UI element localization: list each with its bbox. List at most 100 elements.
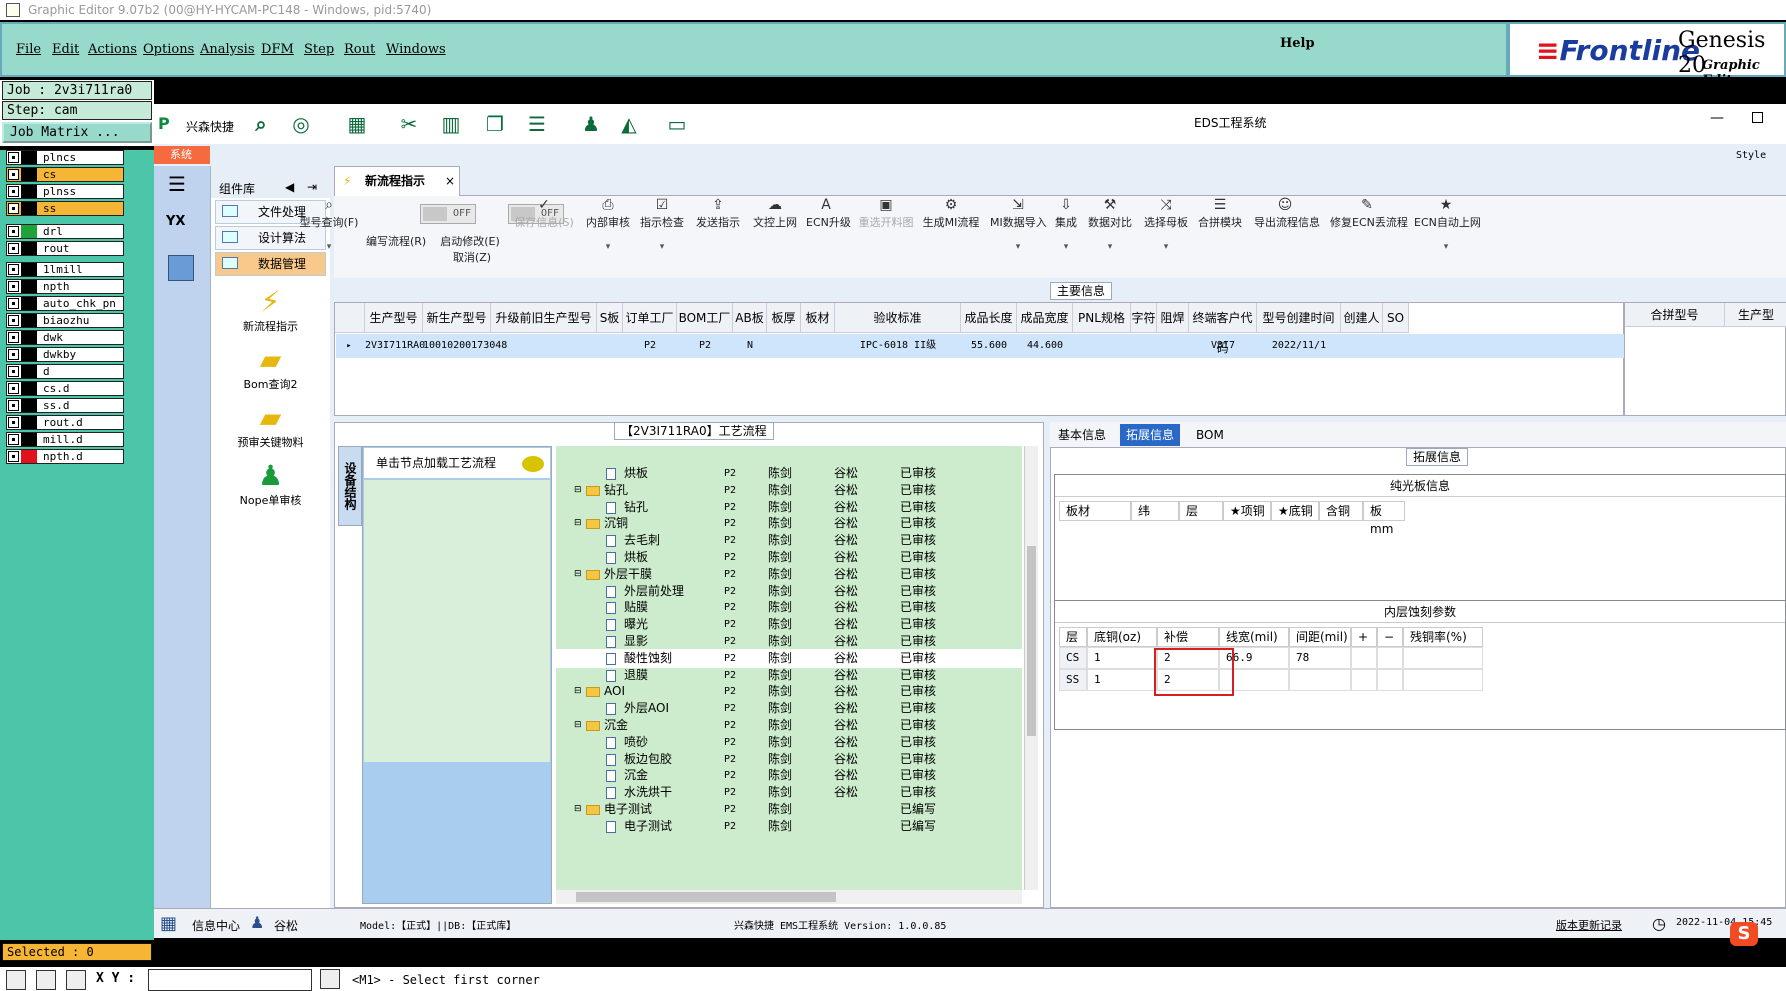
- layer-row[interactable]: rout: [6, 241, 124, 256]
- layer-checkbox[interactable]: [8, 226, 19, 237]
- inner-etch-header[interactable]: 层: [1059, 627, 1087, 647]
- inner-etch-header[interactable]: 线宽(mil): [1219, 627, 1289, 647]
- grid-icon[interactable]: [66, 970, 86, 990]
- column-header[interactable]: 升级前旧生产型号: [491, 303, 597, 333]
- ribbon-button[interactable]: A ECN升级: [806, 196, 851, 230]
- tree-horizontal-scrollbar[interactable]: [556, 890, 1022, 904]
- ribbon-button[interactable]: 取消(Z): [452, 249, 492, 265]
- ribbon-button[interactable]: ✎ 修复ECN丢流程: [1330, 196, 1408, 230]
- layer-checkbox[interactable]: [8, 315, 19, 326]
- layer-checkbox[interactable]: [8, 366, 19, 377]
- ribbon-button[interactable]: ⇩ 集成 ▾: [1054, 196, 1078, 252]
- ribbon-button[interactable]: ⎙ 内部审核 ▾: [586, 196, 630, 252]
- tab-new-flow[interactable]: ⚡ 新流程指示 ×: [334, 166, 460, 196]
- column-header[interactable]: 验收标准: [835, 303, 961, 333]
- layer-row[interactable]: mill.d: [6, 432, 124, 447]
- new-flow-shortcut[interactable]: ⚡ 新流程指示: [211, 286, 330, 334]
- tab-bom[interactable]: BOM: [1190, 424, 1230, 446]
- system-button[interactable]: 系统: [154, 146, 210, 164]
- process-side-tab[interactable]: 设备结构: [338, 446, 362, 526]
- info-center-link[interactable]: 信息中心: [192, 917, 240, 934]
- layer-checkbox[interactable]: [8, 243, 19, 254]
- inner-etch-cell[interactable]: 1: [1087, 669, 1157, 691]
- copy-icon[interactable]: ❐: [482, 112, 508, 136]
- plain-board-header[interactable]: 板材: [1059, 501, 1131, 521]
- layer-row[interactable]: auto_chk_pn: [6, 296, 124, 311]
- inner-etch-cell[interactable]: [1403, 669, 1483, 691]
- layer-row[interactable]: drl: [6, 224, 124, 239]
- changelog-link[interactable]: 版本更新记录: [1556, 917, 1622, 933]
- hamburger-icon[interactable]: ☰: [168, 172, 210, 196]
- ribbon-button[interactable]: ★ ECN自动上网 ▾: [1414, 196, 1481, 252]
- ribbon-button[interactable]: ⌕ 型号查询(F) ▾: [298, 196, 360, 252]
- layer-checkbox[interactable]: [8, 203, 19, 214]
- column-header[interactable]: 板厚: [767, 303, 801, 333]
- inner-etch-cell[interactable]: CS: [1059, 647, 1087, 669]
- column-header[interactable]: 创建人: [1341, 303, 1383, 333]
- layer-checkbox[interactable]: [8, 169, 19, 180]
- column-header[interactable]: 终端客户代码: [1189, 303, 1257, 355]
- ribbon-button[interactable]: ⚙ 生成MI流程: [922, 196, 980, 230]
- layer-checkbox[interactable]: [8, 451, 19, 462]
- material-review-shortcut[interactable]: ▰ 预审关键物料: [211, 402, 330, 450]
- plain-board-header[interactable]: 层: [1179, 501, 1223, 521]
- plain-board-header[interactable]: 含铜: [1319, 501, 1363, 521]
- column-header[interactable]: 字符: [1131, 303, 1157, 333]
- layer-row[interactable]: ss.d: [6, 398, 124, 413]
- menu-actions[interactable]: Actions: [88, 42, 137, 57]
- ribbon-button[interactable]: ⇪ 发送指示: [696, 196, 740, 230]
- column-header[interactable]: S板: [597, 303, 623, 333]
- inner-etch-cell[interactable]: [1403, 647, 1483, 669]
- column-header[interactable]: 成品长度: [961, 303, 1017, 333]
- ribbon-button[interactable]: ☺ 导出流程信息: [1254, 196, 1320, 230]
- column-header[interactable]: 成品宽度: [1017, 303, 1073, 333]
- inner-etch-header[interactable]: 间距(mil): [1289, 627, 1351, 647]
- inner-etch-header[interactable]: 残铜率(%): [1403, 627, 1483, 647]
- ribbon-button[interactable]: 启动修改(E): [440, 233, 500, 249]
- job-matrix-button[interactable]: Job Matrix ...: [2, 122, 152, 143]
- style-menu[interactable]: Style: [1736, 150, 1766, 161]
- menu-rout[interactable]: Rout: [344, 42, 375, 57]
- inner-etch-header[interactable]: −: [1377, 627, 1403, 647]
- plain-board-header[interactable]: 板mm: [1363, 501, 1405, 536]
- menu-file[interactable]: File: [16, 42, 41, 57]
- ribbon-button[interactable]: ⤨ 选择母板 ▾: [1144, 196, 1188, 252]
- inner-etch-header[interactable]: 补偿: [1157, 627, 1219, 647]
- column-header[interactable]: 新生产型号: [423, 303, 491, 333]
- ribbon-button[interactable]: ▣ 重选开料图: [858, 196, 914, 230]
- layer-checkbox[interactable]: [8, 281, 19, 292]
- tree-vertical-scrollbar[interactable]: [1024, 446, 1038, 890]
- ribbon-button[interactable]: ⇲ MI数据导入 ▾: [990, 196, 1047, 252]
- help-menu[interactable]: Help: [1280, 36, 1315, 51]
- menu-step[interactable]: Step: [304, 42, 334, 57]
- layer-row[interactable]: cs: [6, 167, 124, 182]
- ime-icon[interactable]: S: [1730, 922, 1758, 946]
- menu-dfm[interactable]: DFM: [261, 42, 294, 57]
- inner-etch-cell[interactable]: [1351, 669, 1377, 691]
- layer-checkbox[interactable]: [8, 152, 19, 163]
- minimize-button[interactable]: —: [1710, 110, 1724, 126]
- layer-row[interactable]: rout.d: [6, 415, 124, 430]
- inner-etch-header[interactable]: 底铜(oz): [1087, 627, 1157, 647]
- nav-data-management[interactable]: 数据管理: [215, 252, 326, 276]
- window-icon[interactable]: ▭: [664, 112, 690, 136]
- layer-row[interactable]: ss: [6, 201, 124, 216]
- ribbon-button[interactable]: 编写流程(R): [366, 233, 426, 249]
- menu-options[interactable]: Options: [143, 42, 194, 57]
- layer-row[interactable]: npth.d: [6, 449, 124, 464]
- menu-analysis[interactable]: Analysis: [200, 42, 255, 57]
- info-icon[interactable]: [320, 969, 340, 989]
- measure-icon[interactable]: [36, 970, 56, 990]
- layer-checkbox[interactable]: [8, 186, 19, 197]
- ribbon-button[interactable]: ✓ 保存信息(S): [512, 196, 576, 230]
- layer-row[interactable]: dwk: [6, 330, 124, 345]
- layer-checkbox[interactable]: [8, 264, 19, 275]
- layer-row[interactable]: dwkby: [6, 347, 124, 362]
- column-header[interactable]: 生产型号: [365, 303, 423, 333]
- film-icon[interactable]: ▥: [438, 112, 464, 136]
- layer-checkbox[interactable]: [8, 417, 19, 428]
- layer-row[interactable]: plnss: [6, 184, 124, 199]
- tree-row[interactable]: 电子测试 P2 陈剑 已编写: [556, 817, 1022, 836]
- search-icon[interactable]: ⌕: [248, 112, 274, 136]
- layer-checkbox[interactable]: [8, 332, 19, 343]
